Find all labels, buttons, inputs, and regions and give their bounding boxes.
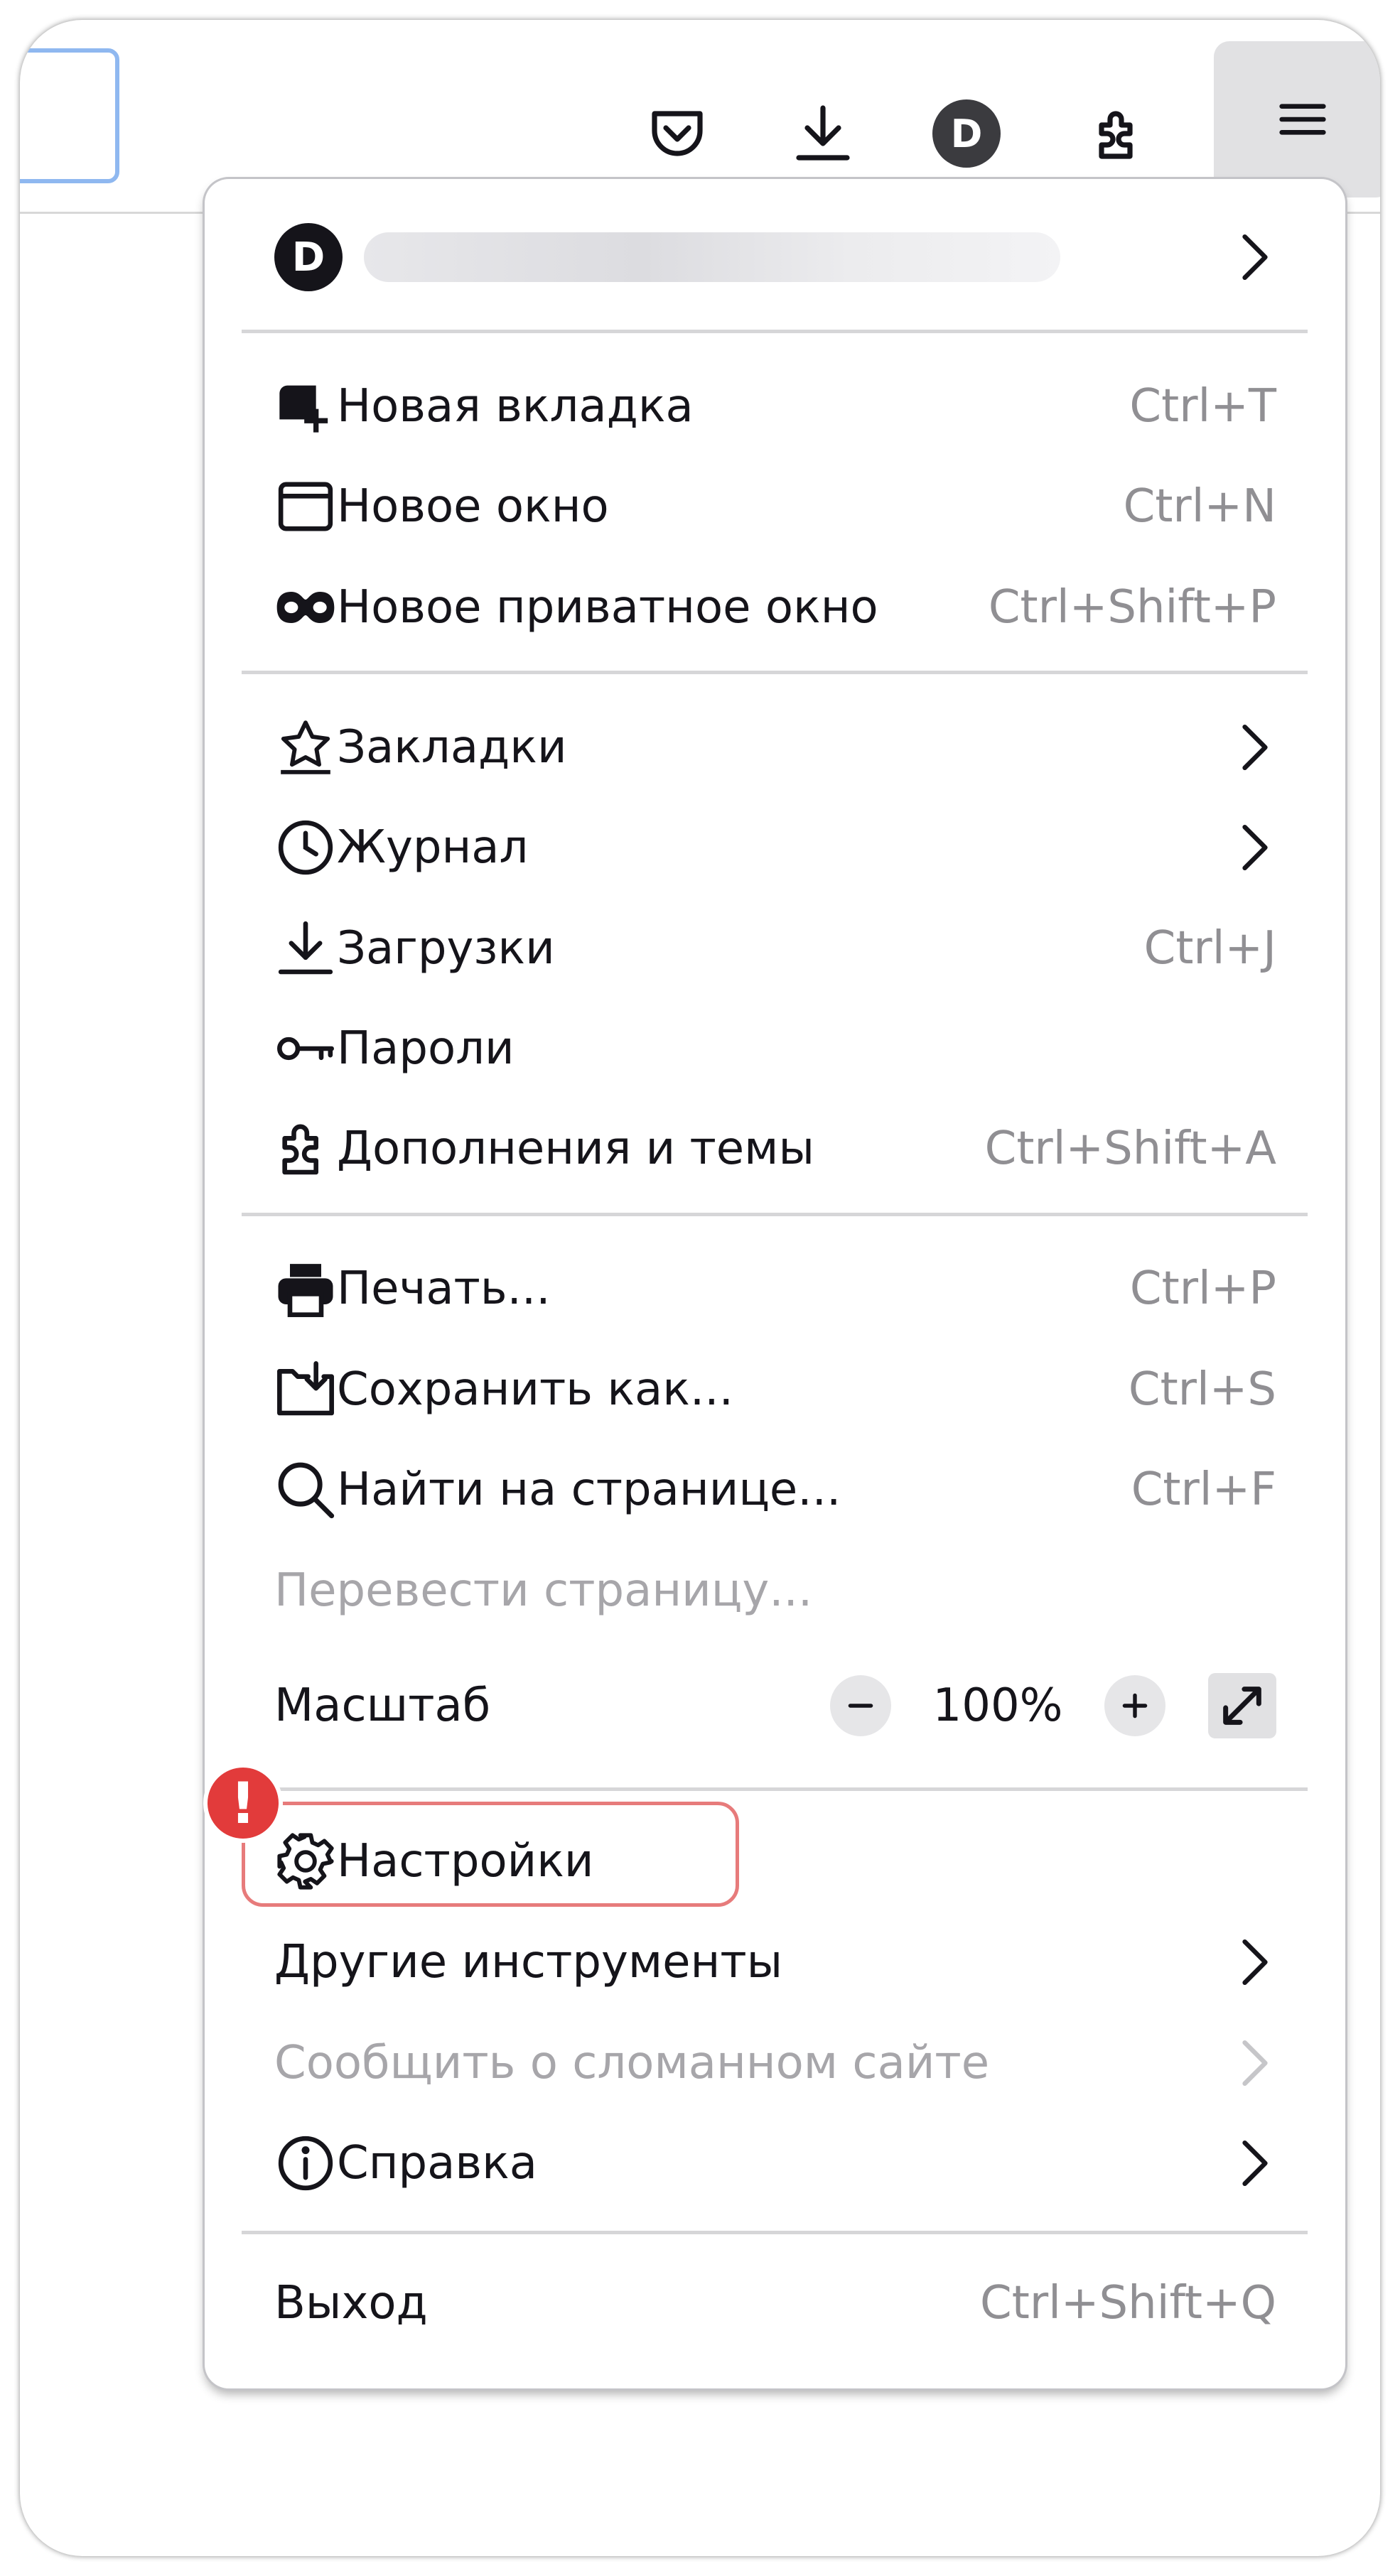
- zoom-out-button[interactable]: [830, 1675, 891, 1736]
- shortcut-label: Ctrl+P: [1129, 1262, 1276, 1315]
- menu-item-label: Пароли: [337, 1022, 515, 1075]
- hamburger-menu-icon[interactable]: [1214, 41, 1380, 197]
- magnifier-icon: [274, 1459, 337, 1521]
- account-row[interactable]: D: [274, 207, 1276, 307]
- chevron-right-icon: [1234, 2037, 1276, 2089]
- menu-item-passwords[interactable]: Пароли: [274, 999, 1276, 1098]
- fullscreen-icon: [1223, 1687, 1261, 1725]
- fullscreen-button[interactable]: [1208, 1673, 1276, 1738]
- separator: [242, 2231, 1308, 2234]
- shortcut-label: Ctrl+F: [1131, 1463, 1276, 1516]
- shortcut-label: Ctrl+Shift+A: [984, 1122, 1276, 1175]
- zoom-in-button[interactable]: [1104, 1675, 1165, 1736]
- menu-item-quit[interactable]: Выход Ctrl+Shift+Q: [274, 2253, 1276, 2353]
- menu-item-save-as[interactable]: Сохранить как... Ctrl+S: [274, 1340, 1276, 1439]
- zoom-value[interactable]: 100%: [891, 1679, 1104, 1732]
- account-icon[interactable]: D: [917, 84, 1016, 183]
- separator: [242, 1213, 1308, 1216]
- key-icon: [274, 1017, 337, 1080]
- url-bar[interactable]: [20, 48, 119, 183]
- chevron-right-icon: [1234, 232, 1276, 283]
- save-folder-icon: [274, 1358, 337, 1421]
- account-avatar: D: [274, 223, 343, 291]
- shortcut-label: Ctrl+Shift+P: [988, 581, 1276, 634]
- shortcut-label: Ctrl+J: [1143, 922, 1276, 975]
- menu-item-translate: Перевести страницу...: [274, 1541, 1276, 1640]
- menu-item-new-tab[interactable]: Новая вкладка Ctrl+T: [274, 357, 1276, 456]
- app-menu-panel: D Новая вкладка Ctrl+T Новое окно Ctrl+N…: [205, 179, 1345, 2388]
- download-icon: [274, 917, 337, 980]
- menu-item-label: Новое окно: [337, 480, 609, 533]
- chevron-right-icon: [1234, 822, 1276, 873]
- alert-badge: !: [203, 1763, 283, 1843]
- menu-item-print[interactable]: Печать... Ctrl+P: [274, 1239, 1276, 1338]
- menu-item-more-tools[interactable]: Другие инструменты: [274, 1912, 1276, 2012]
- menu-item-label: Другие инструменты: [274, 1936, 783, 1988]
- printer-icon: [274, 1257, 337, 1320]
- menu-item-label: Сохранить как...: [337, 1363, 733, 1416]
- menu-item-find[interactable]: Найти на странице... Ctrl+F: [274, 1440, 1276, 1539]
- shortcut-label: Ctrl+S: [1128, 1363, 1276, 1416]
- shortcut-label: Ctrl+N: [1123, 480, 1276, 533]
- pocket-icon[interactable]: [628, 84, 727, 183]
- menu-item-label: Перевести страницу...: [274, 1564, 813, 1617]
- account-email-redacted: [364, 232, 1060, 282]
- separator: [242, 1787, 1308, 1791]
- menu-item-bookmarks[interactable]: Закладки: [274, 698, 1276, 797]
- info-icon: [274, 2132, 337, 2195]
- menu-item-label: Новое приватное окно: [337, 581, 878, 634]
- bookmark-star-icon: [274, 716, 337, 779]
- puzzle-icon: [274, 1117, 337, 1180]
- plus-icon: [1122, 1693, 1148, 1719]
- menu-item-history[interactable]: Журнал: [274, 798, 1276, 897]
- clock-icon: [274, 816, 337, 879]
- new-tab-icon: [274, 375, 337, 438]
- menu-item-downloads[interactable]: Загрузки Ctrl+J: [274, 899, 1276, 998]
- separator: [242, 330, 1308, 333]
- menu-item-label: Сообщить о сломанном сайте: [274, 2037, 990, 2089]
- menu-item-new-private-window[interactable]: Новое приватное окно Ctrl+Shift+P: [274, 558, 1276, 657]
- zoom-label: Масштаб: [274, 1679, 491, 1732]
- zoom-controls: 100%: [830, 1673, 1276, 1738]
- new-window-icon: [274, 475, 337, 538]
- menu-item-label: Выход: [274, 2277, 428, 2329]
- shortcut-label: Ctrl+T: [1129, 380, 1276, 433]
- separator: [242, 671, 1308, 674]
- menu-item-addons[interactable]: Дополнения и темы Ctrl+Shift+A: [274, 1099, 1276, 1198]
- menu-item-label: Справка: [337, 2137, 537, 2190]
- menu-item-label: Журнал: [337, 821, 529, 874]
- menu-item-help[interactable]: Справка: [274, 2114, 1276, 2213]
- menu-item-label: Новая вкладка: [337, 380, 694, 433]
- extensions-icon[interactable]: [1072, 84, 1171, 183]
- menu-item-zoom: Масштаб 100%: [274, 1656, 1276, 1755]
- download-icon[interactable]: [773, 84, 873, 183]
- menu-item-label: Печать...: [337, 1262, 551, 1315]
- chevron-right-icon: [1234, 722, 1276, 773]
- private-mask-icon: [274, 576, 337, 639]
- menu-item-label: Закладки: [337, 721, 567, 774]
- minus-icon: [848, 1704, 873, 1708]
- account-avatar: D: [932, 99, 1001, 168]
- chevron-right-icon: [1234, 2138, 1276, 2189]
- settings-highlight-frame: [242, 1802, 739, 1907]
- menu-item-report-site: Сообщить о сломанном сайте: [274, 2013, 1276, 2113]
- menu-item-new-window[interactable]: Новое окно Ctrl+N: [274, 457, 1276, 556]
- menu-item-label: Найти на странице...: [337, 1463, 841, 1516]
- menu-item-label: Дополнения и темы: [337, 1122, 814, 1175]
- chevron-right-icon: [1234, 1937, 1276, 1988]
- menu-item-label: Загрузки: [337, 922, 555, 975]
- shortcut-label: Ctrl+Shift+Q: [980, 2277, 1276, 2329]
